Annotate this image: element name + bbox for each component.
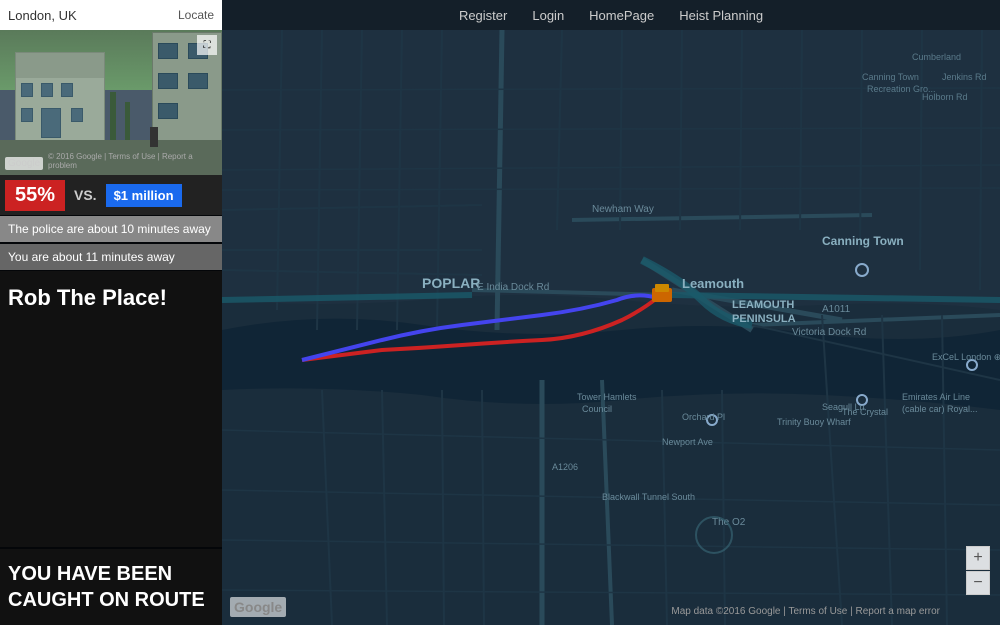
svg-text:ExCeL London ⊕: ExCeL London ⊕ bbox=[932, 352, 1000, 362]
svg-text:A1206: A1206 bbox=[552, 462, 578, 472]
svg-text:The Crystal: The Crystal bbox=[842, 407, 888, 417]
locate-button[interactable]: Locate bbox=[178, 8, 214, 22]
map-copyright: Map data ©2016 Google | Terms of Use | R… bbox=[671, 606, 940, 617]
svg-text:Victoria Dock Rd: Victoria Dock Rd bbox=[792, 327, 866, 338]
svg-text:Trinity Buoy Wharf: Trinity Buoy Wharf bbox=[777, 417, 851, 427]
target-money: $1 million bbox=[106, 184, 182, 207]
expand-button[interactable]: ⛶ bbox=[197, 35, 217, 55]
svg-text:LEAMOUTH: LEAMOUTH bbox=[732, 299, 794, 311]
sidebar-spacer bbox=[0, 325, 222, 547]
vs-label: VS. bbox=[70, 187, 101, 203]
caught-message: YOU HAVE BEEN CAUGHT ON ROUTE bbox=[0, 549, 222, 625]
tree bbox=[110, 92, 116, 147]
sv-copyright: © 2016 Google | Terms of Use | Report a … bbox=[48, 152, 222, 170]
svg-text:POPLAR: POPLAR bbox=[422, 275, 480, 291]
police-message: The police are about 10 minutes away bbox=[0, 216, 222, 242]
svg-text:A1011: A1011 bbox=[822, 304, 851, 315]
svg-text:(cable car) Royal...: (cable car) Royal... bbox=[902, 404, 978, 414]
building bbox=[15, 52, 105, 147]
top-nav: Register Login HomePage Heist Planning bbox=[222, 0, 1000, 30]
location-text: London, UK bbox=[8, 8, 170, 23]
svg-text:Leamouth: Leamouth bbox=[682, 276, 744, 291]
stats-row: 55% VS. $1 million bbox=[0, 175, 222, 215]
svg-text:Tower Hamlets: Tower Hamlets bbox=[577, 392, 637, 402]
zoom-out-button[interactable]: − bbox=[966, 571, 990, 595]
sv-google-logo: Google bbox=[5, 157, 43, 170]
nav-homepage[interactable]: HomePage bbox=[589, 8, 654, 23]
svg-text:Council: Council bbox=[582, 404, 612, 414]
nav-heist-planning[interactable]: Heist Planning bbox=[679, 8, 763, 23]
sidebar: London, UK Locate bbox=[0, 0, 222, 625]
svg-text:Newham Way: Newham Way bbox=[592, 204, 654, 215]
svg-text:Emirates Air Line: Emirates Air Line bbox=[902, 392, 970, 402]
nav-login[interactable]: Login bbox=[532, 8, 564, 23]
svg-text:PENINSULA: PENINSULA bbox=[732, 313, 796, 325]
street-view: Google © 2016 Google | Terms of Use | Re… bbox=[0, 30, 222, 175]
zoom-in-button[interactable]: + bbox=[966, 546, 990, 570]
svg-text:Canning Town: Canning Town bbox=[862, 72, 919, 82]
svg-text:E India Dock Rd: E India Dock Rd bbox=[477, 282, 549, 293]
person-silhouette bbox=[150, 127, 158, 147]
location-bar: London, UK Locate bbox=[0, 0, 222, 30]
svg-text:Canning Town: Canning Town bbox=[822, 234, 904, 248]
zoom-controls: + − bbox=[966, 546, 990, 595]
rob-button[interactable]: Rob The Place! bbox=[0, 271, 222, 325]
svg-text:Blackwall Tunnel South: Blackwall Tunnel South bbox=[602, 492, 695, 502]
svg-text:Cumberland: Cumberland bbox=[912, 52, 961, 62]
svg-text:Newport Ave: Newport Ave bbox=[662, 437, 713, 447]
google-logo-bottom: Google bbox=[230, 597, 286, 617]
you-message: You are about 11 minutes away bbox=[0, 244, 222, 270]
svg-text:Recreation Gro...: Recreation Gro... bbox=[867, 84, 936, 94]
success-percent: 55% bbox=[5, 180, 65, 211]
svg-text:Jenkins Rd: Jenkins Rd bbox=[942, 72, 987, 82]
svg-text:Orchard Pl: Orchard Pl bbox=[682, 412, 725, 422]
nav-register[interactable]: Register bbox=[459, 8, 507, 23]
